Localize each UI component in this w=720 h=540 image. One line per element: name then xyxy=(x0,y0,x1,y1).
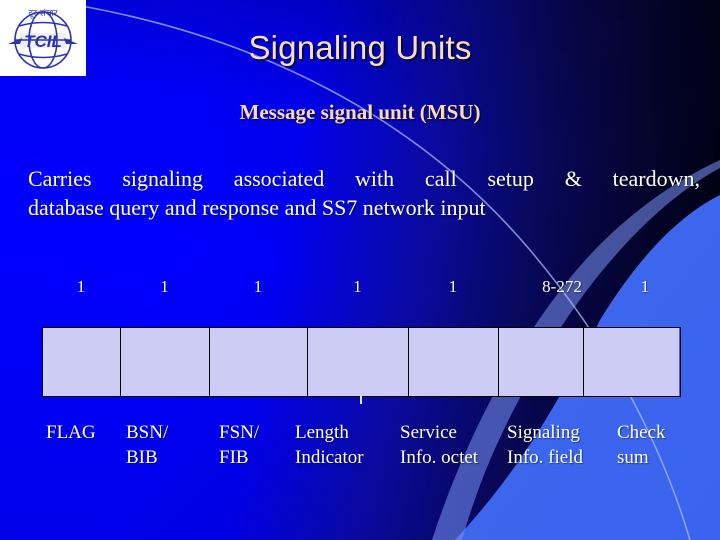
field-label-line-1: Signaling xyxy=(507,422,580,443)
field-label-line-2: FIB xyxy=(219,447,249,468)
body-text-line-1: Carries signaling associated with call s… xyxy=(28,166,700,191)
field-label-4: Length Indicator xyxy=(295,420,364,470)
field-label-2: BSN/BIB xyxy=(126,420,168,470)
frame-cell-4 xyxy=(308,328,409,396)
frame-tick-mark xyxy=(360,396,362,404)
slide-body-text: Carries signaling associated with call s… xyxy=(28,164,700,222)
field-size-1: 1 xyxy=(76,277,86,296)
field-label-line-1: Check xyxy=(617,422,666,443)
field-size-5: 1 xyxy=(448,277,458,296)
field-size-row: 1 1 1 1 1 8-272 1 xyxy=(42,276,678,302)
field-label-6: Signaling Info. field xyxy=(507,420,583,470)
field-size-3: 1 xyxy=(253,277,263,296)
msu-frame-diagram xyxy=(42,327,681,397)
field-label-line-2: Info. field xyxy=(507,447,583,468)
field-label-line-2: Indicator xyxy=(295,447,364,468)
frame-cell-5 xyxy=(409,328,499,396)
frame-cell-2 xyxy=(121,328,210,396)
page-title: Signaling Units xyxy=(248,29,472,66)
frame-cell-6 xyxy=(499,328,584,396)
frame-cell-3 xyxy=(210,328,308,396)
slide-subtitle: Message signal unit (MSU) xyxy=(239,100,481,124)
field-label-line-1: BSN/ xyxy=(126,422,169,443)
field-label-line-2: Info. octet xyxy=(400,447,479,468)
slide-canvas: TCIL दूर संचार Signaling Units Message s… xyxy=(0,0,720,540)
field-label-row: FLAG BSN/BIB FSN/FIB Length Indicator Service… xyxy=(42,420,702,482)
field-label-line-1: Length xyxy=(295,422,349,443)
frame-cell-1 xyxy=(43,328,121,396)
field-label-line-1: FLAG xyxy=(46,422,96,443)
field-label-line-1: Service xyxy=(400,422,457,443)
field-size-7: 1 xyxy=(640,277,650,296)
field-label-line-2: BIB xyxy=(126,447,158,468)
field-label-7: Check sum xyxy=(617,420,666,470)
field-label-3: FSN/FIB xyxy=(219,420,259,470)
field-label-line-1: FSN/ xyxy=(219,422,260,443)
tcil-devanagari-text: दूर संचार xyxy=(28,8,57,19)
field-label-1: FLAG xyxy=(46,420,96,445)
field-size-4: 1 xyxy=(353,277,362,296)
field-size-2: 1 xyxy=(160,277,169,296)
body-text-line-2: database query and response and SS7 netw… xyxy=(28,195,486,220)
field-label-5: Service Info. octet xyxy=(400,420,478,470)
field-label-line-2: sum xyxy=(617,447,649,468)
frame-cell-7 xyxy=(584,328,679,396)
